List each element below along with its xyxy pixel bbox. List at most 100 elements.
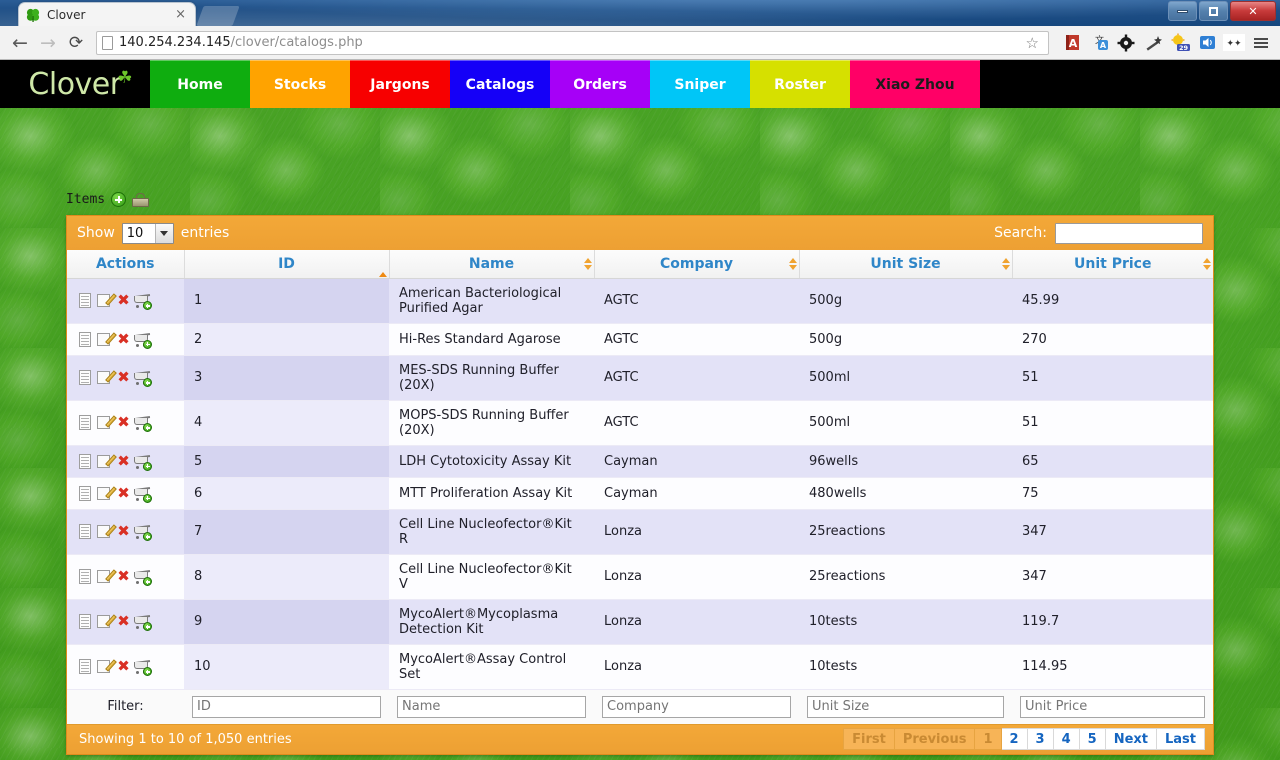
edit-pencil-icon[interactable] <box>96 523 113 540</box>
filter-input-id[interactable] <box>192 696 381 718</box>
nav-item-home[interactable]: Home <box>150 60 250 108</box>
cell-name: LDH Cytotoxicity Assay Kit <box>389 445 594 477</box>
edit-pencil-icon[interactable] <box>96 568 113 585</box>
filter-input-name[interactable] <box>397 696 586 718</box>
edit-pencil-icon[interactable] <box>96 414 113 431</box>
column-header-unit-size[interactable]: Unit Size <box>799 250 1012 278</box>
maximize-button[interactable] <box>1199 1 1228 21</box>
delete-x-icon[interactable]: ✖ <box>115 523 132 540</box>
edit-pencil-icon[interactable] <box>96 292 113 309</box>
add-to-cart-icon[interactable] <box>134 523 151 540</box>
pagination-button-1[interactable]: 1 <box>975 728 1001 750</box>
nav-item-roster[interactable]: Roster <box>750 60 850 108</box>
column-header-unit-price[interactable]: Unit Price <box>1012 250 1213 278</box>
add-to-cart-icon[interactable] <box>134 568 151 585</box>
forward-icon[interactable]: → <box>34 29 62 57</box>
brand-text: Clover <box>28 67 121 102</box>
add-to-cart-icon[interactable] <box>134 453 151 470</box>
view-document-icon[interactable] <box>77 369 94 386</box>
view-document-icon[interactable] <box>77 453 94 470</box>
column-label-unit-price: Unit Price <box>1074 256 1151 272</box>
view-document-icon[interactable] <box>77 613 94 630</box>
pagination-button-last[interactable]: Last <box>1157 728 1205 750</box>
pagination-button-3[interactable]: 3 <box>1028 728 1054 750</box>
add-to-cart-icon[interactable] <box>134 414 151 431</box>
view-document-icon[interactable] <box>77 292 94 309</box>
cell-actions: ✖ <box>67 278 184 323</box>
delete-x-icon[interactable]: ✖ <box>115 369 132 386</box>
speaker-icon[interactable] <box>1194 30 1220 56</box>
site-logo[interactable]: Clover ☘ <box>0 60 150 108</box>
delete-x-icon[interactable]: ✖ <box>115 453 132 470</box>
edit-pencil-icon[interactable] <box>96 485 113 502</box>
reload-icon[interactable]: ⟳ <box>62 29 90 57</box>
edit-pencil-icon[interactable] <box>96 613 113 630</box>
nav-item-orders[interactable]: Orders <box>550 60 650 108</box>
add-to-cart-icon[interactable] <box>134 485 151 502</box>
add-item-icon[interactable] <box>111 192 126 207</box>
search-input[interactable] <box>1055 223 1203 244</box>
weather-icon[interactable]: 29 <box>1167 30 1193 56</box>
filter-input-unit-size[interactable] <box>807 696 1004 718</box>
delete-x-icon[interactable]: ✖ <box>115 331 132 348</box>
pagination-button-2[interactable]: 2 <box>1002 728 1028 750</box>
dictionary-icon[interactable]: A <box>1059 30 1085 56</box>
table-row: ✖10MycoAlert®Assay Control SetLonza10tes… <box>67 644 1213 689</box>
nav-item-sniper[interactable]: Sniper <box>650 60 750 108</box>
view-document-icon[interactable] <box>77 568 94 585</box>
view-document-icon[interactable] <box>77 485 94 502</box>
add-to-cart-icon[interactable] <box>134 369 151 386</box>
pagination-button-4[interactable]: 4 <box>1054 728 1080 750</box>
delete-x-icon[interactable]: ✖ <box>115 613 132 630</box>
delete-x-icon[interactable]: ✖ <box>115 414 132 431</box>
back-icon[interactable]: ← <box>6 29 34 57</box>
filter-input-unit-price[interactable] <box>1020 696 1205 718</box>
new-tab-button[interactable] <box>196 6 239 26</box>
gear-icon[interactable] <box>1113 30 1139 56</box>
text-tool-icon[interactable]: ✦✦ <box>1221 30 1247 56</box>
translate-icon[interactable]: 文A <box>1086 30 1112 56</box>
bookmark-star-icon[interactable]: ☆ <box>1022 34 1043 52</box>
nav-item-jargons[interactable]: Jargons <box>350 60 450 108</box>
cell-unit-price: 270 <box>1012 323 1213 355</box>
delete-x-icon[interactable]: ✖ <box>115 485 132 502</box>
column-header-name[interactable]: Name <box>389 250 594 278</box>
close-window-button[interactable]: ✕ <box>1230 1 1276 21</box>
column-header-id[interactable]: ID <box>184 250 389 278</box>
filter-input-company[interactable] <box>602 696 791 718</box>
menu-icon[interactable] <box>1248 30 1274 56</box>
delete-x-icon[interactable]: ✖ <box>115 568 132 585</box>
view-document-icon[interactable] <box>77 414 94 431</box>
nav-item-stocks[interactable]: Stocks <box>250 60 350 108</box>
cell-company: AGTC <box>594 400 799 445</box>
nav-item-user[interactable]: Xiao Zhou <box>850 60 980 108</box>
pagination-button-next[interactable]: Next <box>1106 728 1157 750</box>
view-document-icon[interactable] <box>77 331 94 348</box>
add-to-cart-icon[interactable] <box>134 613 151 630</box>
minimize-button[interactable] <box>1168 1 1197 21</box>
edit-pencil-icon[interactable] <box>96 331 113 348</box>
cell-company: Lonza <box>594 644 799 689</box>
browser-tab[interactable]: Clover × <box>18 2 196 26</box>
close-tab-icon[interactable]: × <box>172 8 189 21</box>
address-bar[interactable]: 140.254.234.145/clover/catalogs.php ☆ <box>96 31 1049 55</box>
edit-pencil-icon[interactable] <box>96 369 113 386</box>
add-to-cart-icon[interactable] <box>134 292 151 309</box>
wand-icon[interactable] <box>1140 30 1166 56</box>
basket-icon[interactable] <box>132 193 149 207</box>
add-to-cart-icon[interactable] <box>134 331 151 348</box>
column-header-actions[interactable]: Actions <box>67 250 184 278</box>
edit-pencil-icon[interactable] <box>96 453 113 470</box>
nav-item-catalogs[interactable]: Catalogs <box>450 60 550 108</box>
edit-pencil-icon[interactable] <box>96 658 113 675</box>
view-document-icon[interactable] <box>77 658 94 675</box>
pagination-button-5[interactable]: 5 <box>1080 728 1106 750</box>
cell-unit-price: 51 <box>1012 355 1213 400</box>
delete-x-icon[interactable]: ✖ <box>115 658 132 675</box>
column-header-company[interactable]: Company <box>594 250 799 278</box>
delete-x-icon[interactable]: ✖ <box>115 292 132 309</box>
page-length-select[interactable]: 10 <box>122 223 174 244</box>
add-to-cart-icon[interactable] <box>134 658 151 675</box>
view-document-icon[interactable] <box>77 523 94 540</box>
cell-actions: ✖ <box>67 599 184 644</box>
